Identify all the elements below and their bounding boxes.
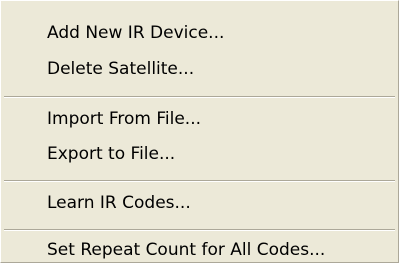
menu-item-import-from-file[interactable]: Import From File... [47,105,201,133]
menu-item-delete-satellite[interactable]: Delete Satellite... [47,55,194,83]
menu-item-learn-ir-codes[interactable]: Learn IR Codes... [47,189,191,217]
context-menu: Add New IR Device... Delete Satellite...… [0,0,399,263]
menu-item-export-to-file[interactable]: Export to File... [47,140,175,168]
menu-separator [4,96,395,98]
menu-separator [4,180,395,182]
menu-separator [4,229,395,231]
menu-item-set-repeat-count[interactable]: Set Repeat Count for All Codes... [47,236,325,264]
menu-item-add-new-ir-device[interactable]: Add New IR Device... [47,19,224,47]
